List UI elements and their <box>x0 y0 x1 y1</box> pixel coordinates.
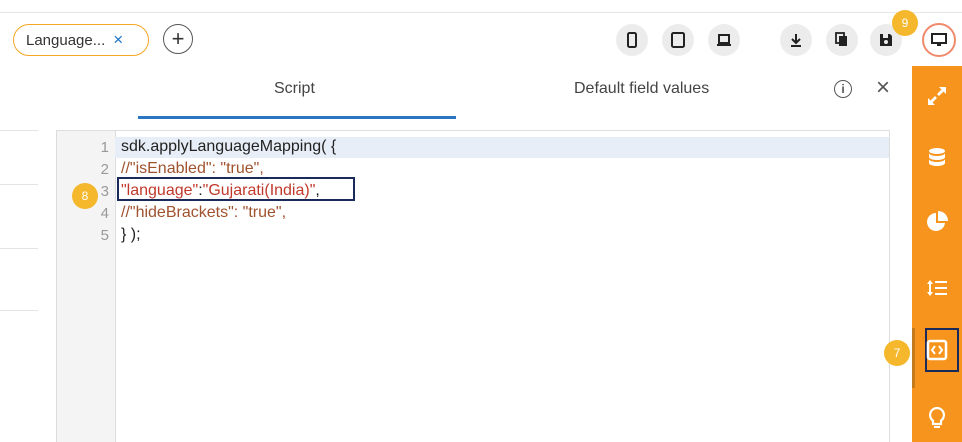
tab-script[interactable]: Script <box>274 80 315 98</box>
tablet-icon <box>671 32 685 48</box>
pie-chart-icon[interactable] <box>925 210 949 234</box>
line-spacing-icon[interactable] <box>925 276 949 300</box>
code-editor[interactable]: 1 2 3 4 5 sdk.applyLanguageMapping( { //… <box>56 130 890 442</box>
line-number: 1 <box>100 139 109 156</box>
script-icon[interactable] <box>925 338 949 362</box>
download-icon <box>791 34 801 47</box>
language-line-highlight-box <box>117 177 355 201</box>
panel-tabs: Script Default field values i × <box>38 66 912 119</box>
right-properties-sidebar <box>912 66 962 442</box>
database-icon[interactable] <box>925 146 949 170</box>
lightbulb-icon[interactable] <box>925 406 949 430</box>
active-indicator-bar <box>912 328 915 388</box>
mobile-icon <box>627 32 637 48</box>
line-number: 5 <box>100 227 109 244</box>
info-icon[interactable]: i <box>834 80 852 98</box>
row-divider <box>0 184 38 185</box>
step-badge-9: 9 <box>892 10 918 36</box>
active-tab-indicator <box>138 116 456 119</box>
export-button[interactable] <box>780 24 812 56</box>
row-divider <box>0 248 38 249</box>
code-line-2: //"isEnabled": "true", <box>121 160 264 177</box>
dashboard-tab-label: Language... <box>26 31 106 49</box>
close-panel-icon[interactable]: × <box>876 74 890 102</box>
copy-icon <box>835 32 847 46</box>
laptop-view-button[interactable] <box>708 24 740 56</box>
top-divider <box>0 12 962 13</box>
close-tab-icon[interactable]: × <box>113 30 123 50</box>
desktop-icon <box>931 33 947 46</box>
mobile-view-button[interactable] <box>616 24 648 56</box>
save-icon <box>880 34 892 46</box>
expand-icon[interactable] <box>925 84 949 108</box>
row-divider <box>0 130 38 131</box>
script-panel: Script Default field values i × 1 2 3 4 … <box>38 66 912 442</box>
dashboard-tab[interactable]: Language... × <box>13 24 149 56</box>
left-collapsed-panel <box>0 66 39 442</box>
add-tab-button[interactable]: + <box>163 24 193 54</box>
top-toolbar: Language... × + 9 <box>0 0 962 66</box>
row-divider <box>0 310 38 311</box>
step-badge-8: 8 <box>72 183 98 209</box>
laptop-icon <box>717 34 731 46</box>
code-line-5: } ); <box>121 226 141 243</box>
desktop-preview-button[interactable] <box>922 23 956 57</box>
tab-default-field-values[interactable]: Default field values <box>574 80 709 98</box>
code-line-1: sdk.applyLanguageMapping( { <box>121 138 337 155</box>
code-line-4: //"hideBrackets": "true", <box>121 204 287 221</box>
tablet-view-button[interactable] <box>662 24 694 56</box>
line-number: 2 <box>100 161 109 178</box>
copy-button[interactable] <box>826 24 858 56</box>
step-badge-7: 7 <box>884 340 910 366</box>
